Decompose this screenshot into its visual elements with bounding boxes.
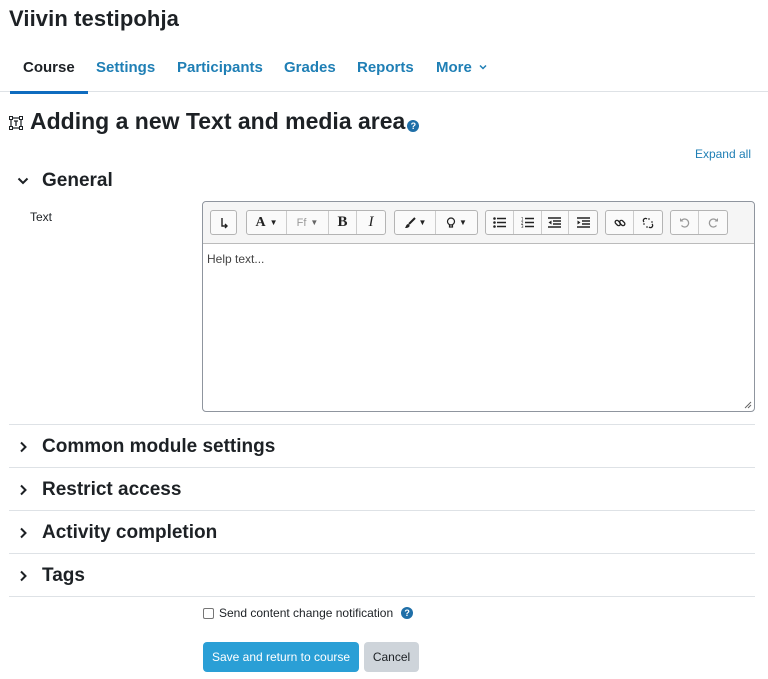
font-size-label: A: [255, 214, 266, 230]
help-icon[interactable]: ?: [401, 607, 414, 619]
outdent-icon: [548, 217, 562, 228]
text-media-icon: [9, 115, 23, 130]
page-heading-text: Adding a new Text and media area: [30, 108, 406, 134]
section-completion-title: Activity completion: [42, 522, 218, 543]
toolbar-group-toggle: [210, 210, 237, 235]
chevron-right-icon: [20, 527, 27, 539]
font-family-label: Ff: [296, 216, 307, 229]
section-divider: [9, 467, 755, 468]
redo-button[interactable]: [699, 211, 727, 234]
section-general-title: General: [42, 170, 113, 191]
text-editor: A ▼ Ff ▼ B I ▼ ▼ 1 2 3 Help text...: [202, 201, 755, 412]
section-divider: [9, 596, 755, 597]
outdent-button[interactable]: [542, 211, 570, 234]
toolbar-group-links: [605, 210, 663, 235]
unlink-icon: [642, 217, 654, 228]
chevron-down-icon: [17, 177, 29, 185]
svg-text:3: 3: [521, 224, 524, 228]
section-restrict-toggle[interactable]: Restrict access: [16, 479, 181, 501]
chevron-down-icon: [479, 64, 487, 70]
numbered-list-icon: 1 2 3: [521, 217, 534, 228]
show-more-buttons-button[interactable]: [211, 211, 236, 234]
toolbar-group-text: A ▼ Ff ▼ B I: [246, 210, 386, 235]
font-size-button[interactable]: A ▼: [247, 211, 287, 234]
editor-toolbar: A ▼ Ff ▼ B I ▼ ▼ 1 2 3: [203, 202, 754, 244]
course-title: Viivin testipohja: [9, 6, 179, 31]
caret-down-icon: ▼: [310, 218, 319, 227]
brush-icon: [404, 216, 416, 228]
bold-button[interactable]: B: [329, 211, 357, 234]
section-divider: [9, 510, 755, 511]
undo-button[interactable]: [671, 211, 699, 234]
caret-down-icon: ▼: [418, 218, 427, 227]
toolbar-group-color: ▼ ▼: [394, 210, 478, 235]
text-field-label: Text: [30, 210, 53, 224]
section-divider: [9, 553, 755, 554]
highlight-button[interactable]: ▼: [436, 211, 477, 234]
section-tags-toggle[interactable]: Tags: [16, 565, 85, 587]
tab-more[interactable]: More: [436, 59, 487, 76]
section-common-toggle[interactable]: Common module settings: [16, 436, 275, 458]
section-common-title: Common module settings: [42, 436, 276, 457]
save-return-button[interactable]: Save and return to course: [203, 642, 359, 672]
font-family-button[interactable]: Ff ▼: [287, 211, 329, 234]
numbered-list-button[interactable]: 1 2 3: [514, 211, 542, 234]
notification-checkbox[interactable]: [203, 607, 214, 619]
toggle-toolbar-icon: [220, 217, 228, 228]
expand-all-link[interactable]: Expand all: [695, 147, 751, 161]
tab-more-label: More: [436, 59, 472, 76]
tab-settings[interactable]: Settings: [96, 59, 155, 76]
indent-icon: [576, 217, 590, 228]
caret-down-icon: ▼: [459, 218, 467, 227]
redo-icon: [708, 218, 718, 228]
tab-grades[interactable]: Grades: [284, 59, 336, 76]
resize-handle-icon[interactable]: [743, 400, 752, 409]
tab-reports[interactable]: Reports: [357, 59, 414, 76]
caret-down-icon: ▼: [269, 218, 278, 227]
section-tags-title: Tags: [42, 565, 85, 586]
bullet-list-icon: [493, 217, 506, 228]
section-restrict-title: Restrict access: [42, 479, 182, 500]
tab-participants[interactable]: Participants: [177, 59, 263, 76]
toolbar-group-history: [670, 210, 728, 235]
chevron-right-icon: [20, 570, 27, 582]
chevron-right-icon: [20, 441, 27, 453]
italic-button[interactable]: I: [357, 211, 385, 234]
toolbar-group-lists: 1 2 3: [485, 210, 598, 235]
cancel-button[interactable]: Cancel: [364, 642, 419, 672]
chevron-right-icon: [20, 484, 27, 496]
undo-icon: [680, 218, 690, 228]
text-color-button[interactable]: ▼: [395, 211, 436, 234]
page-heading: Adding a new Text and media area ?: [9, 108, 420, 135]
bullet-list-button[interactable]: [486, 211, 514, 234]
text-editor-content[interactable]: Help text...: [203, 244, 754, 274]
link-button[interactable]: [606, 211, 634, 234]
tab-course[interactable]: Course: [10, 59, 88, 94]
help-icon[interactable]: ?: [407, 119, 420, 132]
content-notification-option: Send content change notification ?: [203, 606, 414, 620]
link-icon: [614, 219, 625, 226]
section-completion-toggle[interactable]: Activity completion: [16, 522, 217, 544]
section-general-toggle[interactable]: General: [16, 170, 113, 192]
unlink-button[interactable]: [634, 211, 662, 234]
section-divider: [9, 424, 755, 425]
notification-label[interactable]: Send content change notification: [219, 606, 393, 620]
lightbulb-icon: [446, 216, 456, 228]
course-nav-tabs: Course Settings Participants Grades Repo…: [0, 48, 768, 94]
indent-button[interactable]: [569, 211, 597, 234]
